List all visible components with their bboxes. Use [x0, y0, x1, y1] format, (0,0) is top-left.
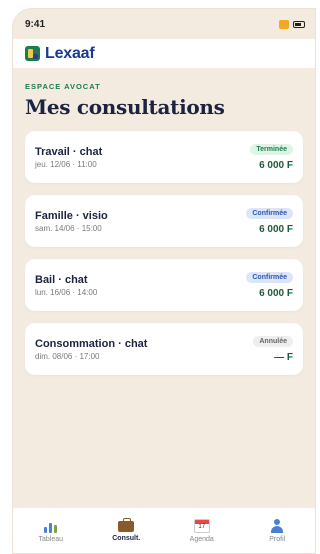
consultation-price: 6 000 F [259, 287, 293, 299]
user-icon [269, 518, 285, 533]
logo-icon [25, 46, 40, 61]
consultation-datetime: dim. 08/06 · 17:00 [35, 351, 100, 361]
consultation-card[interactable]: Travail · chat jeu. 12/06 · 11:00 Termin… [25, 131, 303, 183]
brand-name: Lexaaf [45, 44, 95, 62]
status-icons [279, 19, 305, 29]
brand-bar: Lexaaf [13, 39, 315, 68]
consultation-card[interactable]: Consommation · chat dim. 08/06 · 17:00 A… [25, 323, 303, 375]
tab-label: Profil [269, 535, 286, 543]
page-title: Mes consultations [25, 95, 225, 119]
tab-label: Tableau [38, 535, 64, 543]
consultation-price: — F [274, 351, 293, 363]
wifi-icon [279, 19, 289, 29]
status-badge: Terminée [250, 143, 293, 155]
consultation-list: Travail · chat jeu. 12/06 · 11:00 Termin… [13, 131, 315, 375]
consultation-title: Famille · visio [35, 209, 108, 222]
calendar-day: 17 [198, 523, 206, 530]
consultation-card[interactable]: Bail · chat lun. 16/06 · 14:00 Confirmée… [25, 259, 303, 311]
status-time: 9:41 [25, 18, 46, 30]
consultation-datetime: sam. 14/06 · 15:00 [35, 223, 102, 233]
tab-tableau[interactable]: Tableau [21, 519, 81, 543]
consultation-price: 6 000 F [259, 223, 293, 235]
status-badge: Confirmée [246, 271, 293, 283]
chart-icon [43, 519, 59, 533]
consultation-datetime: lun. 16/06 · 14:00 [35, 287, 98, 297]
status-bar: 9:41 [13, 9, 315, 39]
consultation-title: Consommation · chat [35, 337, 148, 350]
tab-label: Consult. [112, 535, 141, 542]
section-label: ESPACE AVOCAT [25, 82, 101, 91]
status-badge: Annulée [253, 335, 293, 347]
consultation-title: Travail · chat [35, 145, 103, 158]
tab-agenda[interactable]: 17 Agenda [172, 518, 232, 543]
tab-label: Agenda [189, 535, 214, 543]
consultation-price: 6 000 F [259, 159, 293, 171]
tab-consultations[interactable]: Consult. [96, 518, 156, 542]
consultation-card[interactable]: Famille · visio sam. 14/06 · 15:00 Confi… [25, 195, 303, 247]
tab-profil[interactable]: Profil [247, 518, 307, 543]
app-screen: 9:41 Lexaaf ESPACE AVOCAT Mes consultati… [12, 8, 316, 554]
calendar-icon: 17 [193, 518, 210, 533]
battery-icon [293, 20, 305, 28]
tab-bar: Tableau Consult. 17 Agenda Profil [13, 507, 315, 553]
briefcase-icon [118, 518, 135, 532]
consultation-title: Bail · chat [35, 273, 88, 286]
status-badge: Confirmée [246, 207, 293, 219]
consultation-datetime: jeu. 12/06 · 11:00 [35, 159, 97, 169]
